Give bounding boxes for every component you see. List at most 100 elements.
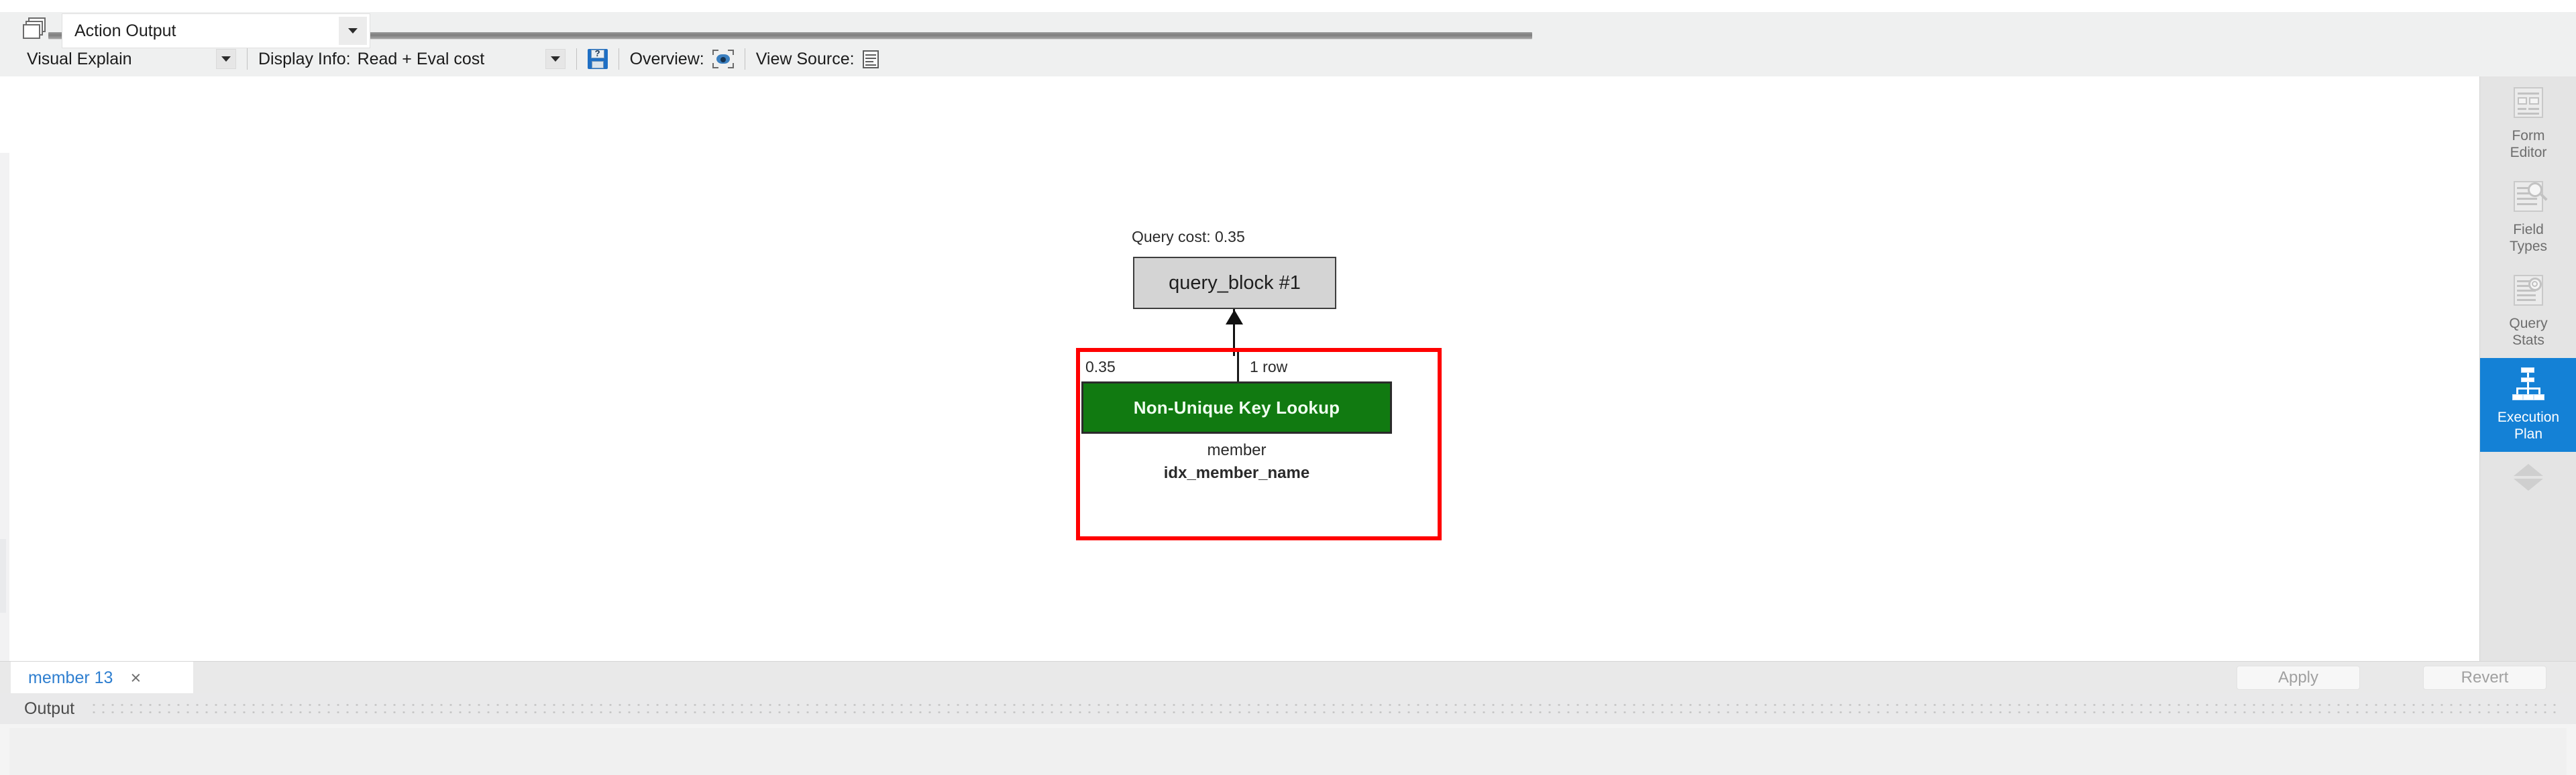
chevron-down-icon bbox=[550, 56, 560, 62]
sidebar-scroll-controls[interactable] bbox=[2480, 452, 2576, 491]
label-line-2: Stats bbox=[2512, 333, 2544, 348]
overview-label: Overview: bbox=[629, 49, 704, 68]
stack-sheet bbox=[23, 24, 40, 39]
output-panel-header[interactable]: Output bbox=[0, 693, 2576, 724]
label-line-2: Plan bbox=[2514, 426, 2542, 442]
field-types-icon bbox=[2510, 178, 2548, 216]
label-line-1: Field bbox=[2513, 222, 2544, 237]
query-stats-icon bbox=[2510, 272, 2547, 310]
sidebar-item-field-types[interactable]: Field Types bbox=[2480, 170, 2576, 264]
label-line-1: Execution bbox=[2497, 410, 2560, 425]
eye-pupil bbox=[720, 57, 726, 62]
chevron-down-icon[interactable] bbox=[2514, 479, 2543, 491]
node-metrics-row: 0.35 1 row bbox=[1081, 352, 1392, 381]
close-icon[interactable]: × bbox=[130, 668, 141, 687]
chevron-down-icon bbox=[348, 28, 358, 34]
node-caption: member idx_member_name bbox=[1081, 439, 1392, 485]
save-diagram-icon[interactable]: ? bbox=[587, 48, 608, 69]
view-source-label: View Source: bbox=[755, 49, 855, 68]
display-info-label: Display Info: bbox=[258, 49, 351, 68]
line bbox=[2518, 93, 2539, 95]
tab-label: member 13 bbox=[28, 668, 113, 687]
horizontal-scrollbar[interactable] bbox=[0, 12, 2576, 42]
tree-edge bbox=[2527, 382, 2529, 388]
sidebar-item-label: Field Types bbox=[2510, 221, 2547, 255]
output-source-select[interactable]: Action Output bbox=[62, 13, 370, 48]
document-line bbox=[865, 61, 873, 62]
tree-edge bbox=[2516, 388, 2518, 394]
view-mode-combo[interactable]: Visual Explain bbox=[27, 48, 236, 70]
field-box bbox=[2529, 97, 2539, 105]
canvas-left-edge-notch bbox=[0, 539, 6, 613]
bracket-bottom-left bbox=[712, 63, 718, 68]
operation-node-non-unique-key-lookup[interactable]: Non-Unique Key Lookup bbox=[1081, 381, 1392, 434]
query-cost-label: Query cost: 0.35 bbox=[1132, 228, 1245, 245]
query-block-node[interactable]: query_block #1 bbox=[1133, 257, 1336, 309]
output-source-dropdown-button[interactable] bbox=[339, 17, 367, 45]
question-glyph: ? bbox=[594, 48, 600, 58]
editor-bottom-edge bbox=[0, 0, 2576, 12]
toolbar-separator bbox=[247, 48, 248, 70]
tree-edge bbox=[2538, 388, 2540, 394]
output-source-value: Action Output bbox=[74, 21, 176, 40]
apply-button[interactable]: Apply bbox=[2237, 666, 2360, 690]
view-source-document-icon[interactable] bbox=[862, 49, 879, 69]
node-cost-value: 0.35 bbox=[1085, 357, 1116, 375]
toolbar-separator bbox=[576, 48, 577, 70]
bracket-top-right bbox=[727, 50, 734, 55]
tree-leaf bbox=[2534, 394, 2544, 400]
label-line-1: Form bbox=[2512, 128, 2545, 143]
tree-leaf bbox=[2523, 394, 2534, 400]
output-panel-body bbox=[0, 724, 2576, 775]
display-info-dropdown-button[interactable] bbox=[545, 49, 566, 69]
sidebar-item-label: Query Stats bbox=[2509, 315, 2547, 349]
document-line bbox=[865, 64, 876, 66]
document-line bbox=[865, 54, 876, 56]
line bbox=[2517, 299, 2536, 301]
sidebar-item-query-stats[interactable]: Query Stats bbox=[2480, 264, 2576, 358]
view-mode-value: Visual Explain bbox=[27, 49, 132, 68]
editor-tabbar: member 13 × Apply Revert bbox=[0, 661, 2576, 694]
node-rows-value: 1 row bbox=[1237, 352, 1392, 381]
tree-node bbox=[2521, 367, 2534, 373]
node-table-name: member bbox=[1207, 441, 1267, 459]
gear-inner bbox=[2532, 281, 2538, 287]
line bbox=[2517, 203, 2537, 205]
view-mode-dropdown-button[interactable] bbox=[216, 49, 236, 69]
tree-leaf bbox=[2512, 394, 2523, 400]
sidebar-item-execution-plan[interactable]: Execution Plan bbox=[2480, 358, 2576, 452]
execution-plan-icon bbox=[2510, 366, 2547, 404]
line bbox=[2518, 113, 2539, 115]
label-line-2: Editor bbox=[2510, 145, 2547, 160]
form-editor-icon bbox=[2510, 84, 2547, 122]
sidebar-item-label: Execution Plan bbox=[2498, 409, 2559, 442]
line bbox=[2517, 198, 2537, 200]
tab-member-13[interactable]: member 13 × bbox=[11, 662, 193, 694]
bracket-top-left bbox=[712, 50, 718, 55]
action-output-icon bbox=[23, 17, 47, 42]
floppy-label bbox=[591, 61, 604, 68]
tree-node bbox=[2521, 377, 2534, 382]
tree-edge bbox=[2527, 388, 2529, 394]
visual-explain-toolbar: Visual Explain Display Info: Read + Eval… bbox=[0, 42, 2576, 76]
overview-eye-icon[interactable] bbox=[712, 49, 734, 69]
field-box bbox=[2518, 97, 2527, 105]
document-line bbox=[865, 58, 876, 59]
chevron-up-icon[interactable] bbox=[2514, 464, 2543, 476]
revert-button[interactable]: Revert bbox=[2423, 666, 2546, 690]
sidebar-item-label: Form Editor bbox=[2510, 127, 2547, 161]
panel-grip[interactable] bbox=[89, 701, 2557, 716]
display-info-value: Read + Eval cost bbox=[357, 49, 485, 68]
output-panel-inner bbox=[9, 728, 2567, 775]
sidebar-item-form-editor[interactable]: Form Editor bbox=[2480, 76, 2576, 170]
mysql-workbench-visual-explain: Visual Explain Display Info: Read + Eval… bbox=[0, 0, 2576, 775]
editor-side-palette: Form Editor Field Types Query Stats Exec… bbox=[2479, 76, 2576, 661]
label-line-1: Query bbox=[2509, 316, 2548, 331]
display-info-combo[interactable]: Display Info: Read + Eval cost bbox=[258, 48, 566, 70]
line bbox=[2528, 108, 2539, 110]
chevron-down-icon bbox=[221, 56, 231, 62]
line bbox=[2518, 108, 2526, 110]
label-line-2: Types bbox=[2509, 239, 2548, 254]
tree-edge bbox=[2527, 373, 2529, 377]
node-connector-arrowhead bbox=[1226, 310, 1243, 324]
